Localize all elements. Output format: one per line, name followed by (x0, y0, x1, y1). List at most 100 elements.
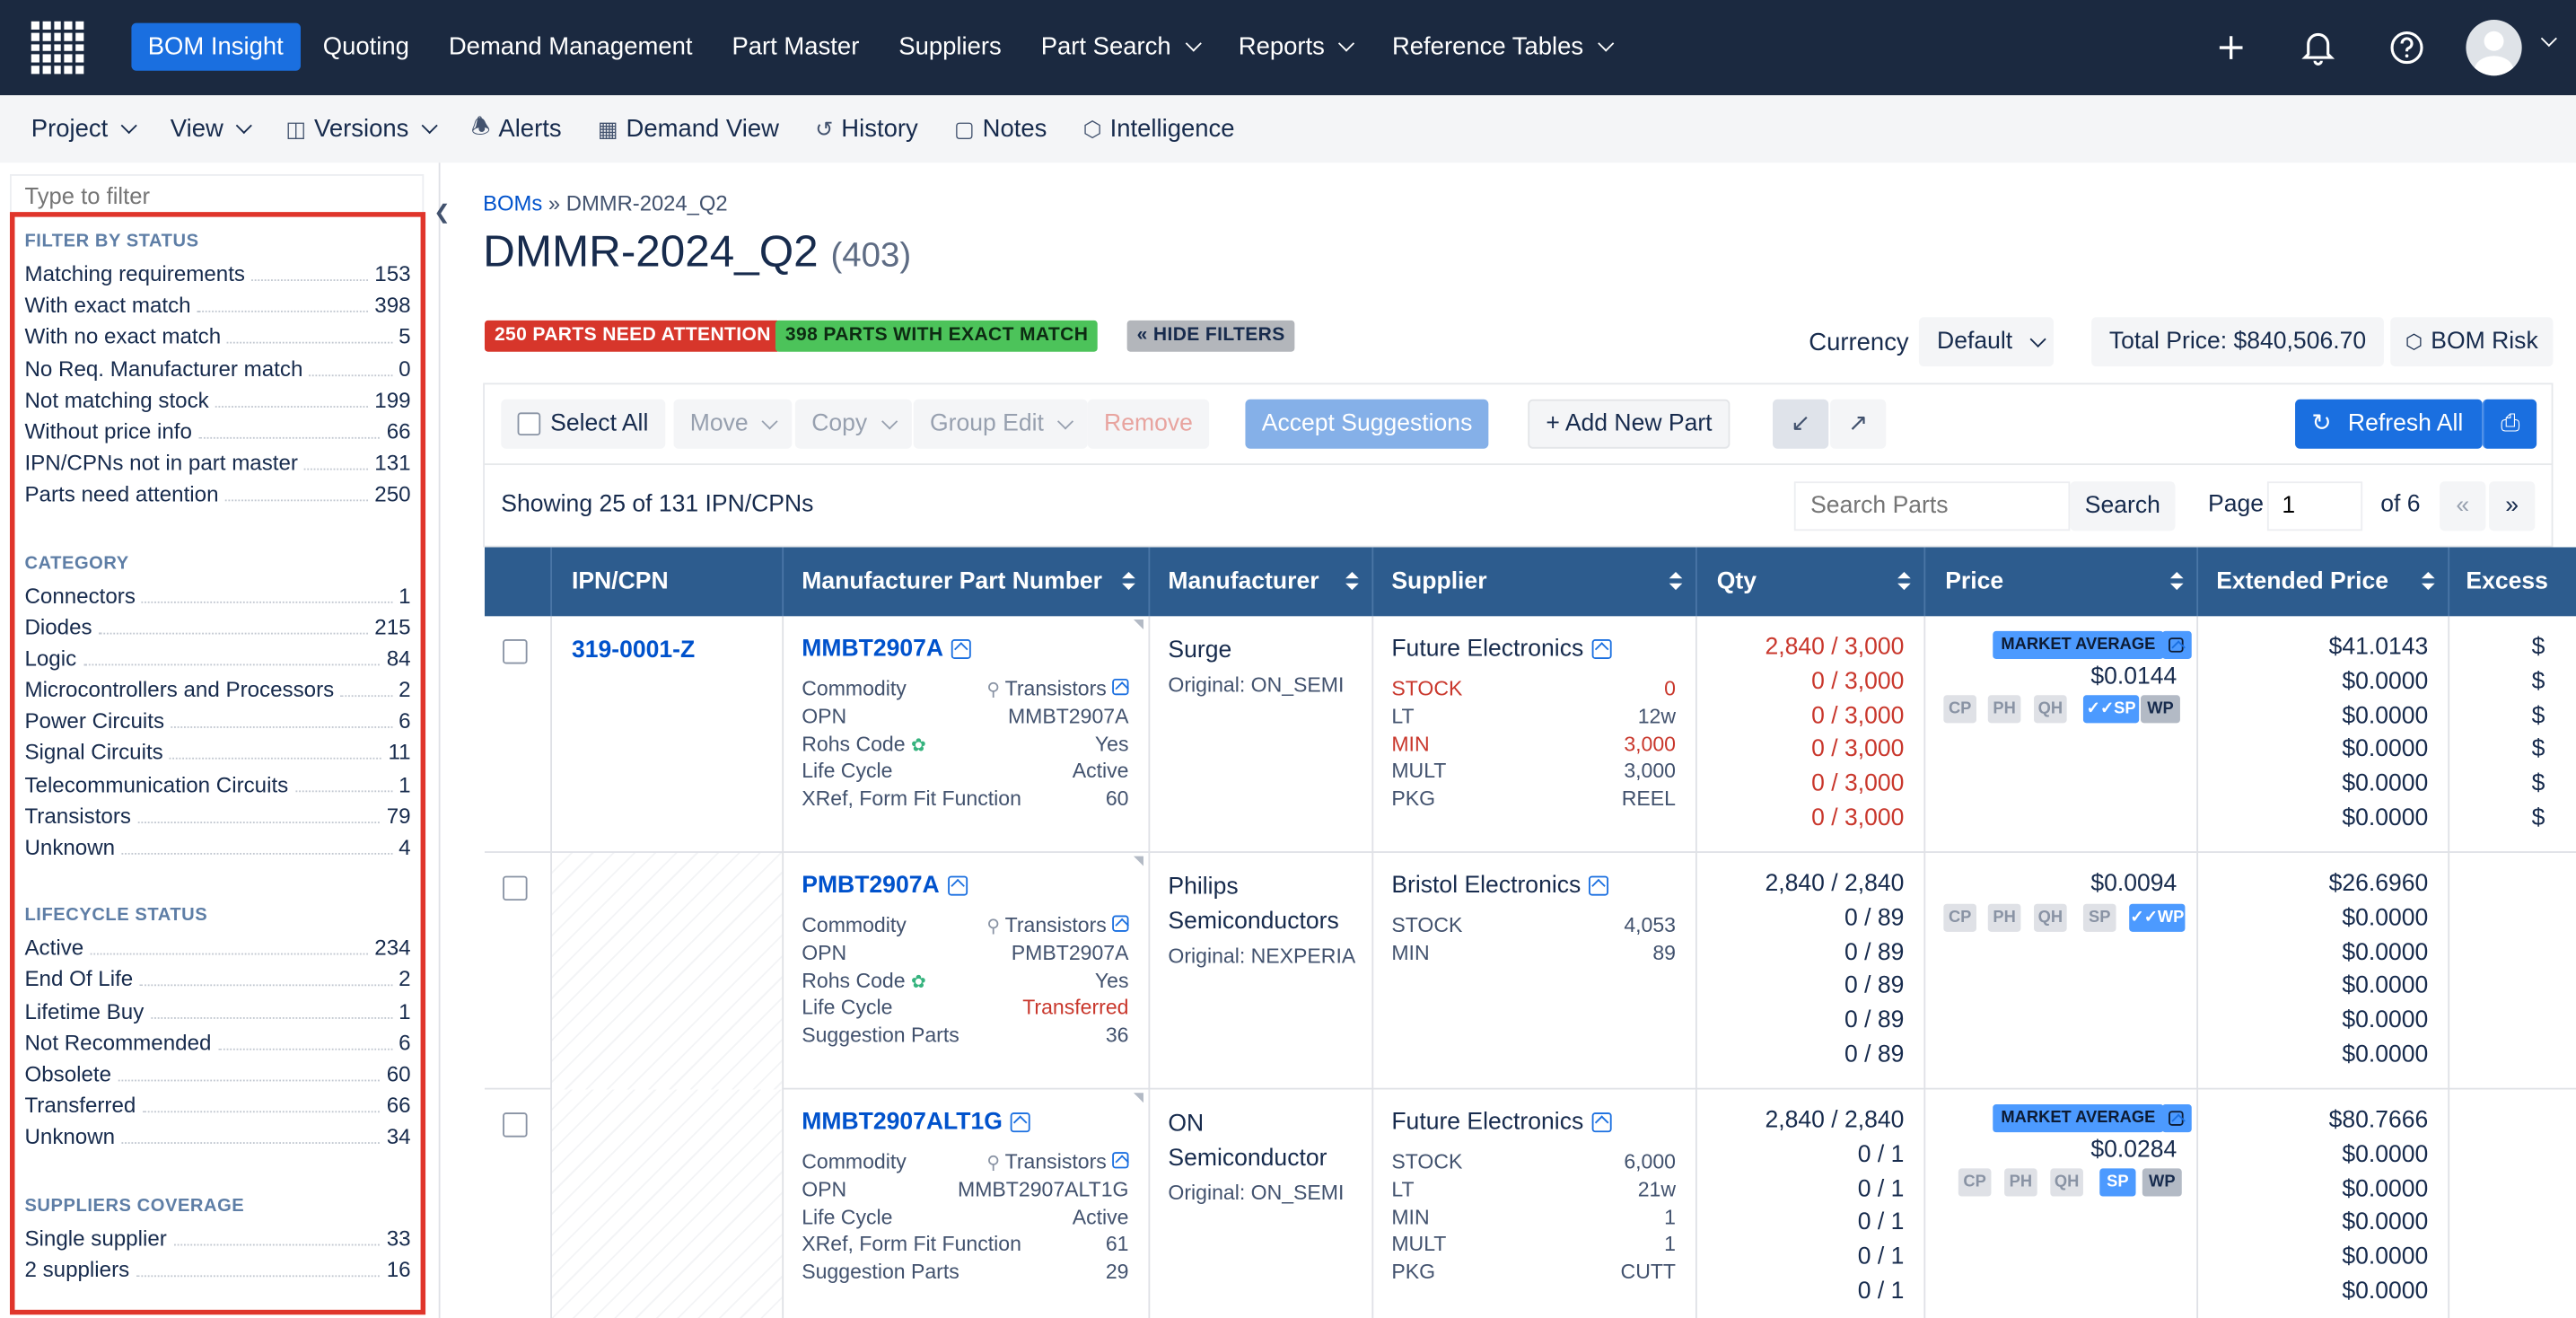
filter-item[interactable]: Unknown 34 (24, 1125, 410, 1156)
avatar[interactable] (2466, 19, 2522, 76)
chevron-down-icon[interactable] (2540, 30, 2557, 48)
table-row[interactable]: 319-0001-Z MMBT2907A Commodity ⚲ Transistors… (484, 616, 2576, 853)
group-edit-button[interactable]: Group Edit (913, 399, 1089, 449)
price-chip[interactable]: ✓✓WP (2129, 903, 2186, 932)
intelligence-link[interactable]: ⬡ Intelligence (1065, 115, 1253, 143)
header-manufacturer[interactable]: Manufacturer (1150, 547, 1374, 617)
cube-badge-icon[interactable] (2161, 1104, 2192, 1133)
collapse-sidebar-icon[interactable]: ❮ (434, 200, 450, 224)
supplier-link[interactable]: Future Electronics (1391, 636, 1612, 663)
history-link[interactable]: ↺ History (797, 115, 936, 143)
sort-icon[interactable] (2169, 571, 2184, 592)
header-extended-price[interactable]: Extended Price (2198, 547, 2450, 617)
sort-icon[interactable] (1897, 571, 1911, 592)
filter-item[interactable]: Signal Circuits 11 (24, 740, 410, 771)
row-checkbox[interactable] (503, 875, 528, 901)
ipn-link[interactable]: 319-0001-Z (572, 637, 695, 663)
price-chip[interactable]: QH (2034, 695, 2067, 724)
nav-part-master[interactable]: Part Master (712, 23, 879, 71)
bom-risk-button[interactable]: ⬡ BOM Risk (2390, 317, 2554, 367)
alerts-link[interactable]: 🕭 Alerts (453, 111, 580, 147)
view-menu[interactable]: View (153, 115, 268, 143)
filter-item[interactable]: Not Recommended 6 (24, 1030, 410, 1061)
header-qty[interactable]: Qty (1697, 547, 1926, 617)
filter-item[interactable]: End Of Life 2 (24, 967, 410, 998)
filter-item[interactable]: Power Circuits 6 (24, 708, 410, 740)
next-page-button[interactable]: » (2489, 481, 2536, 532)
filter-item[interactable]: Unknown 4 (24, 835, 410, 866)
sort-icon[interactable] (1122, 571, 1135, 592)
filter-item[interactable]: Matching requirements 153 (24, 261, 410, 293)
filter-item[interactable]: Lifetime Buy 1 (24, 998, 410, 1030)
row-checkbox[interactable] (503, 1112, 528, 1138)
table-row[interactable]: MMBT2907ALT1G Commodity ⚲ Transistors OPN MM… (484, 1089, 2576, 1318)
plus-icon[interactable] (2216, 33, 2246, 63)
price-chip[interactable]: SP (2099, 1168, 2136, 1197)
filter-item[interactable]: No Req. Manufacturer match 0 (24, 356, 410, 387)
add-new-part-button[interactable]: + Add New Part (1528, 399, 1730, 449)
nav-part-search[interactable]: Part Search (1021, 23, 1219, 71)
nav-quoting[interactable]: Quoting (303, 23, 429, 71)
filter-item[interactable]: 2 suppliers 16 (24, 1257, 410, 1288)
price-chip[interactable]: PH (2004, 1168, 2037, 1197)
price-chip[interactable]: QH (2034, 903, 2067, 932)
filter-item[interactable]: With no exact match 5 (24, 324, 410, 356)
export-icon[interactable]: ⎙ (2482, 399, 2537, 449)
cube-badge-icon[interactable] (2161, 630, 2192, 659)
prev-page-button[interactable]: « (2440, 481, 2486, 532)
filter-item[interactable]: Not matching stock 199 (24, 388, 410, 419)
sort-icon[interactable] (1345, 571, 1359, 592)
filter-item[interactable]: Transferred 66 (24, 1093, 410, 1124)
select-all[interactable]: Select All (501, 399, 666, 449)
filter-item[interactable]: Active 234 (24, 936, 410, 967)
nav-suppliers[interactable]: Suppliers (879, 23, 1021, 71)
hide-filters-button[interactable]: « HIDE FILTERS (1126, 320, 1295, 352)
select-all-checkbox[interactable] (517, 412, 541, 436)
filter-item[interactable]: With exact match 398 (24, 293, 410, 324)
price-chip[interactable]: PH (1987, 903, 2021, 932)
mpn-link[interactable]: PMBT2907A (802, 873, 968, 899)
price-chip[interactable]: QH (2050, 1168, 2083, 1197)
mpn-link[interactable]: MMBT2907ALT1G (802, 1110, 1031, 1136)
supplier-link[interactable]: Bristol Electronics (1391, 873, 1609, 899)
remove-button[interactable]: Remove (1087, 399, 1210, 449)
supplier-link[interactable]: Future Electronics (1391, 1110, 1612, 1136)
filter-item[interactable]: Transistors 79 (24, 804, 410, 835)
expand-rows-icon[interactable]: ↗ (1830, 399, 1887, 449)
market-average-badge[interactable]: MARKET AVERAGE (1993, 1104, 2164, 1133)
filter-item[interactable]: Logic 84 (24, 646, 410, 677)
price-chip[interactable]: CP (1943, 903, 1976, 932)
filter-item[interactable]: Obsolete 60 (24, 1061, 410, 1093)
sort-icon[interactable] (2422, 571, 2435, 592)
price-chip[interactable]: WP (2141, 695, 2180, 724)
search-button[interactable]: Search (2070, 481, 2176, 532)
collapse-rows-icon[interactable]: ↙ (1773, 399, 1829, 449)
page-input[interactable] (2266, 481, 2363, 532)
exact-match-tag[interactable]: 398 PARTS WITH EXACT MATCH (775, 320, 1099, 352)
row-checkbox[interactable] (503, 639, 528, 664)
project-menu[interactable]: Project (13, 115, 153, 143)
notes-link[interactable]: ▢ Notes (936, 115, 1065, 143)
price-chip[interactable]: ✓✓SP (2082, 695, 2140, 724)
versions-menu[interactable]: ◫ Versions (267, 115, 453, 143)
nav-reference-tables[interactable]: Reference Tables (1372, 23, 1631, 71)
filter-item[interactable]: Connectors 1 (24, 583, 410, 614)
price-chip[interactable]: SP (2082, 903, 2116, 932)
currency-select[interactable]: Default (1918, 317, 2054, 367)
filter-item[interactable]: Diodes 215 (24, 614, 410, 646)
mpn-link[interactable]: MMBT2907A (802, 636, 972, 663)
filter-item[interactable]: Without price info 66 (24, 419, 410, 451)
price-chip[interactable]: WP (2142, 1168, 2182, 1197)
demand-view-link[interactable]: ▦ Demand View (580, 115, 797, 143)
accept-suggestions-button[interactable]: Accept Suggestions (1245, 399, 1489, 449)
filter-input[interactable] (9, 174, 425, 217)
filter-item[interactable]: Telecommunication Circuits 1 (24, 772, 410, 804)
refresh-all-button[interactable]: ↻ Refresh All (2295, 399, 2483, 449)
filter-item[interactable]: Microcontrollers and Processors 2 (24, 677, 410, 708)
help-icon[interactable] (2388, 30, 2424, 66)
header-excess[interactable]: Excess (2449, 548, 2576, 617)
move-button[interactable]: Move (673, 399, 793, 449)
nav-demand-management[interactable]: Demand Management (429, 23, 713, 71)
nav-bom-insight[interactable]: BOM Insight (131, 22, 301, 71)
price-chip[interactable]: CP (1958, 1168, 1992, 1197)
